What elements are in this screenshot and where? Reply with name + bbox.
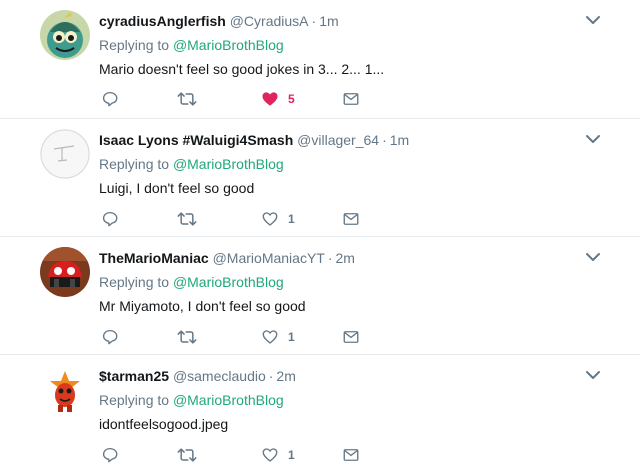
retweet-button[interactable]	[177, 445, 197, 465]
mail-icon	[342, 90, 360, 108]
retweet-icon	[177, 210, 197, 228]
replying-to: Replying to @MarioBrothBlog	[99, 36, 284, 54]
tweet-header: Isaac Lyons #Waluigi4Smash @villager_64 ·…	[99, 131, 600, 149]
chevron-down-icon[interactable]	[584, 368, 602, 382]
tweet-text: Luigi, I don't feel so good	[99, 180, 255, 196]
tweet-actions: 1	[99, 209, 379, 229]
tweet-feed: cyradiusAnglerfish @CyradiusA · 1m Replyin…	[0, 0, 640, 469]
heart-icon	[261, 328, 279, 346]
mail-icon	[342, 328, 360, 346]
replying-handle-link[interactable]: @MarioBrothBlog	[173, 274, 284, 290]
replying-prefix: Replying to	[99, 392, 170, 408]
heart-icon	[261, 446, 279, 464]
chevron-down-icon[interactable]	[584, 13, 602, 27]
heart-icon	[261, 90, 279, 108]
tweet-header: $tarman25 @sameclaudio · 2m	[99, 367, 600, 385]
replying-to: Replying to @MarioBrothBlog	[99, 273, 284, 291]
direct-message-button[interactable]	[342, 89, 360, 109]
reply-icon	[101, 90, 119, 108]
screenname[interactable]: @villager_64	[297, 132, 379, 148]
retweet-icon	[177, 90, 197, 108]
reply-icon	[101, 210, 119, 228]
reply-button[interactable]	[101, 327, 119, 347]
replying-to: Replying to @MarioBrothBlog	[99, 155, 284, 173]
replying-to: Replying to @MarioBrothBlog	[99, 391, 284, 409]
replying-prefix: Replying to	[99, 37, 170, 53]
separator-dot: ·	[327, 250, 333, 266]
avatar[interactable]	[40, 247, 90, 297]
replying-prefix: Replying to	[99, 274, 170, 290]
tweet-actions: 1	[99, 327, 379, 347]
tweet-text: idontfeelsogood.jpeg	[99, 416, 229, 432]
chevron-down-icon[interactable]	[584, 132, 602, 146]
tweet-item[interactable]: cyradiusAnglerfish @CyradiusA · 1m Replyin…	[0, 0, 640, 119]
mail-icon	[342, 446, 360, 464]
reply-button[interactable]	[101, 89, 119, 109]
tweet-actions: 1	[99, 445, 379, 465]
direct-message-button[interactable]	[342, 445, 360, 465]
replying-handle-link[interactable]: @MarioBrothBlog	[173, 37, 284, 53]
retweet-button[interactable]	[177, 89, 197, 109]
like-count: 1	[288, 212, 295, 226]
direct-message-button[interactable]	[342, 327, 360, 347]
mail-icon	[342, 210, 360, 228]
replying-handle-link[interactable]: @MarioBrothBlog	[173, 156, 284, 172]
screenname[interactable]: @MarioManiacYT	[213, 250, 325, 266]
separator-dot: ·	[311, 13, 317, 29]
like-button[interactable]: 1	[261, 209, 295, 229]
timestamp[interactable]: 1m	[390, 132, 409, 148]
fullname[interactable]: cyradiusAnglerfish	[99, 13, 226, 29]
reply-icon	[101, 328, 119, 346]
heart-icon	[261, 210, 279, 228]
tweet-header: cyradiusAnglerfish @CyradiusA · 1m	[99, 12, 600, 30]
chevron-down-icon[interactable]	[584, 250, 602, 264]
separator-dot: ·	[268, 368, 274, 384]
timestamp[interactable]: 2m	[336, 250, 355, 266]
like-button[interactable]: 1	[261, 327, 295, 347]
reply-icon	[101, 446, 119, 464]
like-count: 1	[288, 448, 295, 462]
tweet-item[interactable]: Isaac Lyons #Waluigi4Smash @villager_64 ·…	[0, 119, 640, 237]
fullname[interactable]: $tarman25	[99, 368, 169, 384]
tweet-item[interactable]: TheMarioManiac @MarioManiacYT · 2m Replyin…	[0, 237, 640, 355]
timestamp[interactable]: 2m	[276, 368, 295, 384]
avatar[interactable]	[40, 365, 90, 415]
avatar[interactable]	[40, 10, 90, 60]
reply-button[interactable]	[101, 209, 119, 229]
replying-prefix: Replying to	[99, 156, 170, 172]
tweet-actions: 5	[99, 89, 379, 109]
tweet-item[interactable]: $tarman25 @sameclaudio · 2m Replying to @M…	[0, 355, 640, 469]
like-button[interactable]: 5	[261, 89, 295, 109]
fullname[interactable]: TheMarioManiac	[99, 250, 209, 266]
timestamp[interactable]: 1m	[319, 13, 338, 29]
tweet-header: TheMarioManiac @MarioManiacYT · 2m	[99, 249, 600, 267]
screenname[interactable]: @CyradiusA	[230, 13, 309, 29]
tweet-text: Mr Miyamoto, I don't feel so good	[99, 298, 306, 314]
fullname[interactable]: Isaac Lyons #Waluigi4Smash	[99, 132, 293, 148]
avatar[interactable]	[40, 129, 90, 179]
reply-button[interactable]	[101, 445, 119, 465]
retweet-button[interactable]	[177, 327, 197, 347]
like-count: 1	[288, 330, 295, 344]
direct-message-button[interactable]	[342, 209, 360, 229]
retweet-icon	[177, 446, 197, 464]
screenname[interactable]: @sameclaudio	[173, 368, 266, 384]
retweet-icon	[177, 328, 197, 346]
replying-handle-link[interactable]: @MarioBrothBlog	[173, 392, 284, 408]
retweet-button[interactable]	[177, 209, 197, 229]
separator-dot: ·	[382, 132, 387, 148]
like-count: 5	[288, 92, 295, 106]
like-button[interactable]: 1	[261, 445, 295, 465]
tweet-text: Mario doesn't feel so good jokes in 3...…	[99, 61, 385, 77]
